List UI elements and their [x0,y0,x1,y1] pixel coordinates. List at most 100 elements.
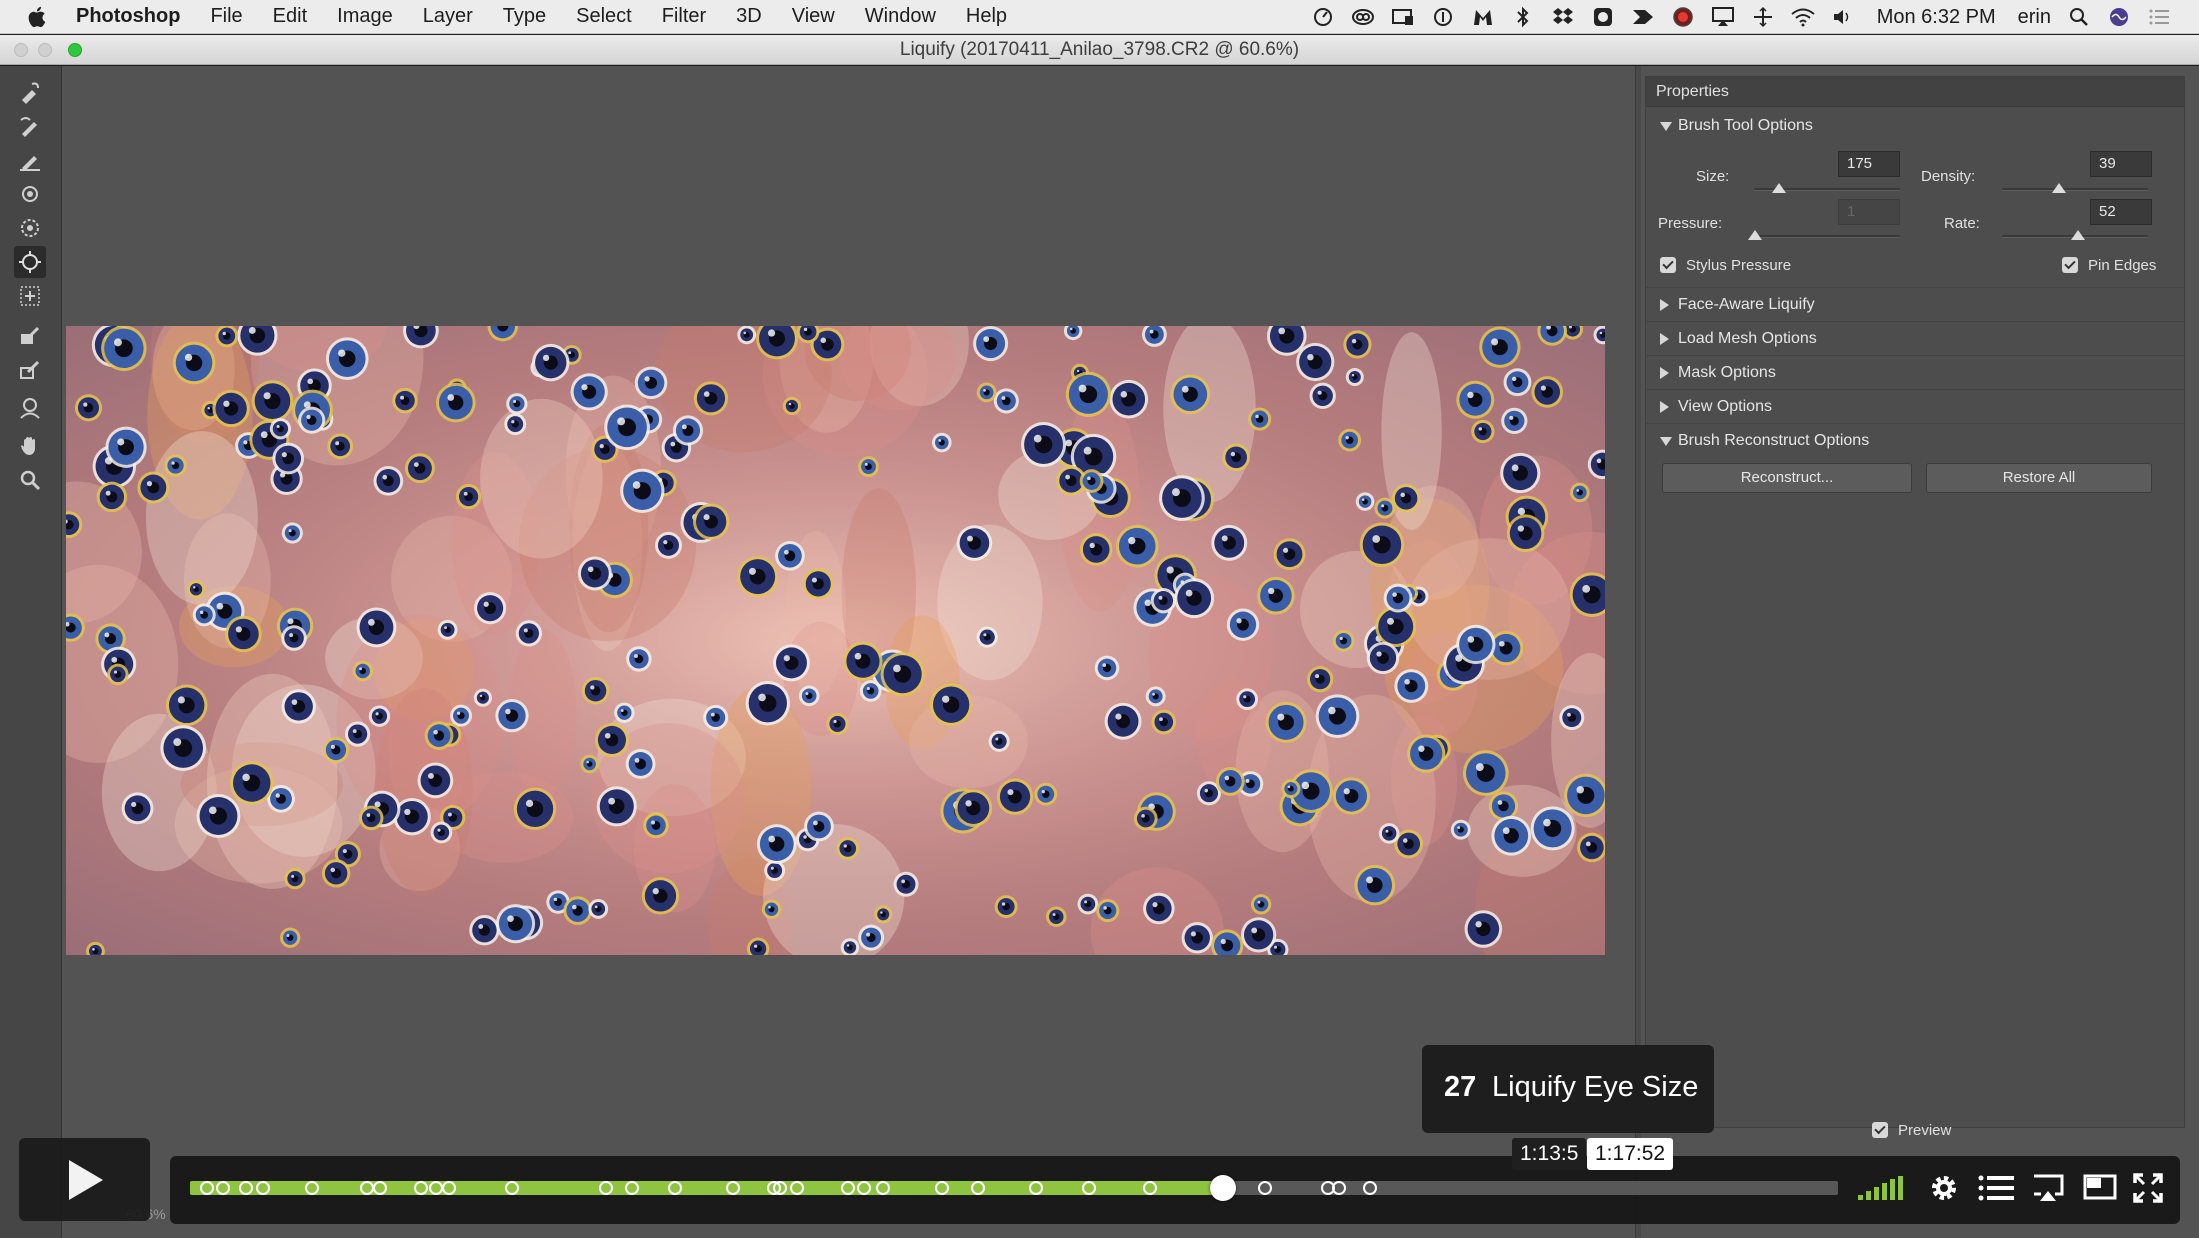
reconstruct-button[interactable]: Reconstruct... [1662,463,1912,493]
play-button[interactable] [19,1138,150,1221]
chapter-marker[interactable] [840,1181,855,1195]
bluetooth-icon[interactable] [1510,5,1536,29]
chapter-marker[interactable] [667,1181,682,1195]
menu-layer[interactable]: Layer [423,5,473,28]
volume-icon[interactable] [1830,5,1856,29]
menu-help[interactable]: Help [966,5,1007,28]
spotlight-search-icon[interactable] [2066,5,2092,29]
notification-center-icon[interactable] [2146,5,2172,29]
menu-view[interactable]: View [792,5,835,28]
rate-field[interactable]: 52 [2090,199,2152,225]
forward-warp-tool-icon[interactable] [14,76,46,108]
stylus-pressure-checkbox[interactable] [1660,257,1676,273]
chapter-marker[interactable] [625,1181,640,1195]
window-title: Liquify (20170411_Anilao_3798.CR2 @ 60.6… [899,39,1300,60]
dropbox-icon[interactable] [1550,5,1576,29]
siri-icon[interactable] [2106,5,2132,29]
pucker-tool-icon[interactable] [14,212,46,244]
chapter-marker[interactable] [725,1181,740,1195]
larva-eye [956,525,993,561]
larva-eye [455,483,482,510]
chapters-list-icon[interactable] [1976,1170,2016,1206]
wifi-icon[interactable] [1790,5,1816,29]
density-field[interactable]: 39 [2090,151,2152,177]
fullscreen-icon[interactable] [2128,1170,2168,1206]
chapter-marker[interactable] [1257,1181,1272,1195]
chapter-marker[interactable] [1028,1181,1043,1195]
twirl-clockwise-tool-icon[interactable] [14,178,46,210]
menu-select[interactable]: Select [576,5,632,28]
chapter-marker[interactable] [875,1181,890,1195]
onepassword-icon[interactable] [1430,5,1456,29]
section-view-options[interactable]: View Options [1646,389,2184,423]
restore-all-button[interactable]: Restore All [1926,463,2152,493]
pin-edges-checkbox[interactable] [2062,257,2078,273]
freeze-mask-tool-icon[interactable] [14,320,46,352]
hand-tool-icon[interactable] [14,430,46,462]
screen-capture-icon[interactable] [1390,5,1416,29]
photo-canvas[interactable] [66,326,1605,955]
larva-eye [284,867,306,890]
chapter-marker[interactable] [1081,1181,1096,1195]
apple-icon[interactable] [28,6,50,28]
larva-eye [1273,538,1306,571]
chapter-marker[interactable] [428,1181,443,1195]
pressure-slider-thumb[interactable] [1748,230,1763,240]
larva-eye [1143,892,1175,925]
chapter-marker[interactable] [789,1181,804,1195]
menu-image[interactable]: Image [337,5,393,28]
zoom-tool-icon[interactable] [14,464,46,496]
menubar-user[interactable]: erin [2018,6,2051,29]
arrow-app-icon[interactable] [1630,5,1656,29]
thaw-mask-tool-icon[interactable] [14,354,46,386]
malwarebytes-icon[interactable] [1470,5,1496,29]
camera-app-icon[interactable] [1590,5,1616,29]
face-tool-icon[interactable] [14,392,46,424]
size-field[interactable]: 175 [1838,151,1900,177]
chapter-marker[interactable] [504,1181,519,1195]
pressure-slider-track[interactable] [1754,235,1900,238]
reconstruct-tool-icon[interactable] [14,110,46,142]
creative-cloud-icon[interactable] [1350,5,1376,29]
airplay-icon[interactable] [1710,5,1736,29]
pressure-field[interactable]: 1 [1838,199,1900,225]
density-slider-thumb[interactable] [2051,183,2066,193]
larva-eye [322,736,350,764]
menu-edit[interactable]: Edit [273,5,307,28]
chapter-marker[interactable] [598,1181,613,1195]
push-left-tool-icon[interactable] [14,280,46,312]
volume-icon[interactable] [1856,1170,1906,1206]
menu-type[interactable]: Type [503,5,546,28]
chapter-marker[interactable] [1332,1181,1347,1195]
section-mask-options[interactable]: Mask Options [1646,355,2184,389]
chapter-marker[interactable] [372,1181,387,1195]
menu-window[interactable]: Window [865,5,936,28]
section-face-aware-liquify[interactable]: Face-Aware Liquify [1646,287,2184,321]
density-slider-track[interactable] [2002,188,2148,191]
chapter-marker[interactable] [359,1181,374,1195]
airplay-cast-icon[interactable] [2028,1170,2068,1206]
larva-eye [1354,864,1396,906]
section-brush-reconstruct-options[interactable]: Brush Reconstruct Options [1646,423,2184,457]
menu-app-photoshop[interactable]: Photoshop [76,5,180,28]
section-load-mesh-options[interactable]: Load Mesh Options [1646,321,2184,355]
record-icon[interactable] [1670,5,1696,29]
bloat-tool-icon[interactable] [14,246,46,278]
chapter-marker[interactable] [199,1181,214,1195]
section-brush-tool-options[interactable]: Brush Tool Options [1646,109,2184,143]
picture-in-picture-icon[interactable] [2080,1170,2120,1206]
size-slider-thumb[interactable] [1771,183,1786,193]
menu-3d[interactable]: 3D [736,5,762,28]
chapter-marker[interactable] [934,1181,949,1195]
smooth-tool-icon[interactable] [14,144,46,176]
chapter-marker[interactable] [255,1181,270,1195]
menubar-clock[interactable]: Mon 6:32 PM [1877,6,1996,29]
move-arrows-icon[interactable] [1750,5,1776,29]
settings-gear-icon[interactable] [1924,1170,1964,1206]
chapter-marker[interactable] [1142,1181,1157,1195]
preview-checkbox[interactable] [1872,1122,1888,1138]
speed-gauge-icon[interactable] [1310,5,1336,29]
rate-slider-thumb[interactable] [2070,230,2085,240]
menu-file[interactable]: File [210,5,242,28]
menu-filter[interactable]: Filter [662,5,706,28]
